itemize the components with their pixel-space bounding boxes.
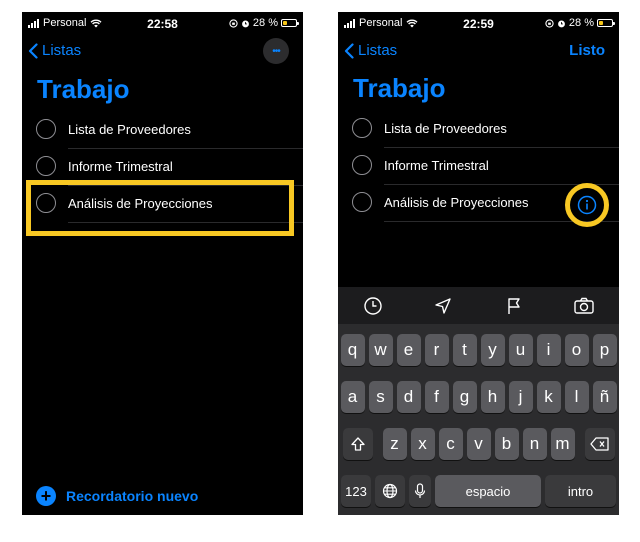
reminder-label: Análisis de Proyecciones bbox=[68, 196, 213, 211]
orientation-lock-icon bbox=[229, 18, 238, 28]
ellipsis-icon: ••• bbox=[272, 45, 280, 57]
checkbox-circle-icon[interactable] bbox=[352, 192, 372, 212]
key-p[interactable]: p bbox=[592, 334, 617, 366]
new-reminder-button[interactable]: + Recordatorio nuevo bbox=[36, 486, 198, 506]
battery-icon bbox=[597, 19, 615, 27]
done-button[interactable]: Listo bbox=[569, 42, 605, 59]
key-k[interactable]: k bbox=[536, 381, 561, 413]
microphone-icon bbox=[414, 483, 426, 498]
checkbox-circle-icon[interactable] bbox=[352, 155, 372, 175]
reminder-label: Informe Trimestral bbox=[68, 159, 173, 174]
key-e[interactable]: e bbox=[396, 334, 421, 366]
delete-key[interactable] bbox=[584, 428, 615, 460]
clock-icon[interactable] bbox=[358, 291, 388, 321]
space-key[interactable]: espacio bbox=[435, 475, 541, 507]
new-reminder-label: Recordatorio nuevo bbox=[66, 488, 199, 504]
quick-toolbar bbox=[338, 287, 619, 324]
reminder-label: Lista de Proveedores bbox=[384, 121, 507, 136]
keyboard: q w e r t y u i o p a s d f g h j k l ñ bbox=[338, 324, 619, 515]
reminder-label: Informe Trimestral bbox=[384, 158, 489, 173]
shift-key[interactable] bbox=[342, 428, 373, 460]
key-d[interactable]: d bbox=[396, 381, 421, 413]
orientation-lock-icon bbox=[545, 18, 554, 28]
key-w[interactable]: w bbox=[368, 334, 393, 366]
key-o[interactable]: o bbox=[564, 334, 589, 366]
key-v[interactable]: v bbox=[466, 428, 491, 460]
key-l[interactable]: l bbox=[564, 381, 589, 413]
list-item[interactable]: Informe Trimestral bbox=[338, 148, 619, 185]
key-r[interactable]: r bbox=[424, 334, 449, 366]
key-c[interactable]: c bbox=[438, 428, 463, 460]
key-j[interactable]: j bbox=[508, 381, 533, 413]
battery-percent: 28 % bbox=[252, 17, 278, 29]
checkbox-circle-icon[interactable] bbox=[36, 156, 56, 176]
navigation-bar: Listas ••• bbox=[22, 38, 303, 66]
globe-icon bbox=[382, 483, 398, 499]
phone-screen-before: Personal 22:58 28 % Listas ••• Trabajo L… bbox=[22, 12, 303, 515]
plus-circle-icon: + bbox=[36, 486, 56, 506]
return-key[interactable]: intro bbox=[545, 475, 616, 507]
list-item[interactable]: Lista de Proveedores bbox=[22, 112, 303, 149]
key-y[interactable]: y bbox=[480, 334, 505, 366]
back-label: Listas bbox=[358, 42, 398, 59]
numbers-key[interactable]: 123 bbox=[341, 475, 371, 507]
key-f[interactable]: f bbox=[424, 381, 449, 413]
checkbox-circle-icon[interactable] bbox=[36, 193, 56, 213]
more-options-button[interactable]: ••• bbox=[263, 38, 289, 64]
camera-icon[interactable] bbox=[569, 291, 599, 321]
checkbox-circle-icon[interactable] bbox=[352, 118, 372, 138]
page-title: Trabajo bbox=[37, 74, 130, 104]
chevron-left-icon bbox=[344, 42, 354, 59]
battery-percent: 28 % bbox=[568, 17, 594, 29]
list-item[interactable]: Análisis de Proyecciones bbox=[22, 186, 303, 223]
key-h[interactable]: h bbox=[480, 381, 505, 413]
list-item[interactable]: Informe Trimestral bbox=[22, 149, 303, 186]
back-label: Listas bbox=[42, 42, 82, 59]
page-title: Trabajo bbox=[353, 73, 446, 103]
divider bbox=[68, 222, 303, 223]
navigation-bar: Listas Listo bbox=[338, 38, 619, 66]
key-enye[interactable]: ñ bbox=[592, 381, 617, 413]
key-i[interactable]: i bbox=[536, 334, 561, 366]
back-button[interactable]: Listas bbox=[344, 42, 397, 59]
key-s[interactable]: s bbox=[368, 381, 393, 413]
info-button[interactable] bbox=[565, 183, 609, 227]
chevron-left-icon bbox=[28, 42, 38, 59]
key-u[interactable]: u bbox=[508, 334, 533, 366]
checkbox-circle-icon[interactable] bbox=[36, 119, 56, 139]
key-x[interactable]: x bbox=[410, 428, 435, 460]
key-t[interactable]: t bbox=[452, 334, 477, 366]
info-icon bbox=[577, 195, 597, 215]
key-g[interactable]: g bbox=[452, 381, 477, 413]
dictation-key[interactable] bbox=[409, 475, 431, 507]
flag-icon[interactable] bbox=[499, 291, 529, 321]
key-b[interactable]: b bbox=[494, 428, 519, 460]
key-q[interactable]: q bbox=[340, 334, 365, 366]
reminder-list: Lista de Proveedores Informe Trimestral … bbox=[22, 112, 303, 223]
battery-icon bbox=[281, 19, 299, 27]
key-n[interactable]: n bbox=[522, 428, 547, 460]
shift-arrow-icon bbox=[350, 437, 365, 451]
back-button[interactable]: Listas bbox=[28, 42, 81, 59]
key-a[interactable]: a bbox=[340, 381, 365, 413]
phone-screen-after: Personal 22:59 28 % Listas Listo Trabajo… bbox=[338, 12, 619, 515]
key-m[interactable]: m bbox=[550, 428, 575, 460]
backspace-icon bbox=[589, 437, 609, 451]
location-arrow-icon[interactable] bbox=[428, 291, 458, 321]
list-item[interactable]: Lista de Proveedores bbox=[338, 111, 619, 148]
status-bar: Personal 22:59 28 % bbox=[338, 12, 619, 34]
globe-key[interactable] bbox=[375, 475, 405, 507]
alarm-icon bbox=[558, 20, 565, 27]
alarm-icon bbox=[242, 20, 249, 27]
key-z[interactable]: z bbox=[382, 428, 407, 460]
reminder-label: Análisis de Proyecciones bbox=[384, 195, 529, 210]
status-bar: Personal 22:58 28 % bbox=[22, 12, 303, 34]
reminder-label: Lista de Proveedores bbox=[68, 122, 191, 137]
